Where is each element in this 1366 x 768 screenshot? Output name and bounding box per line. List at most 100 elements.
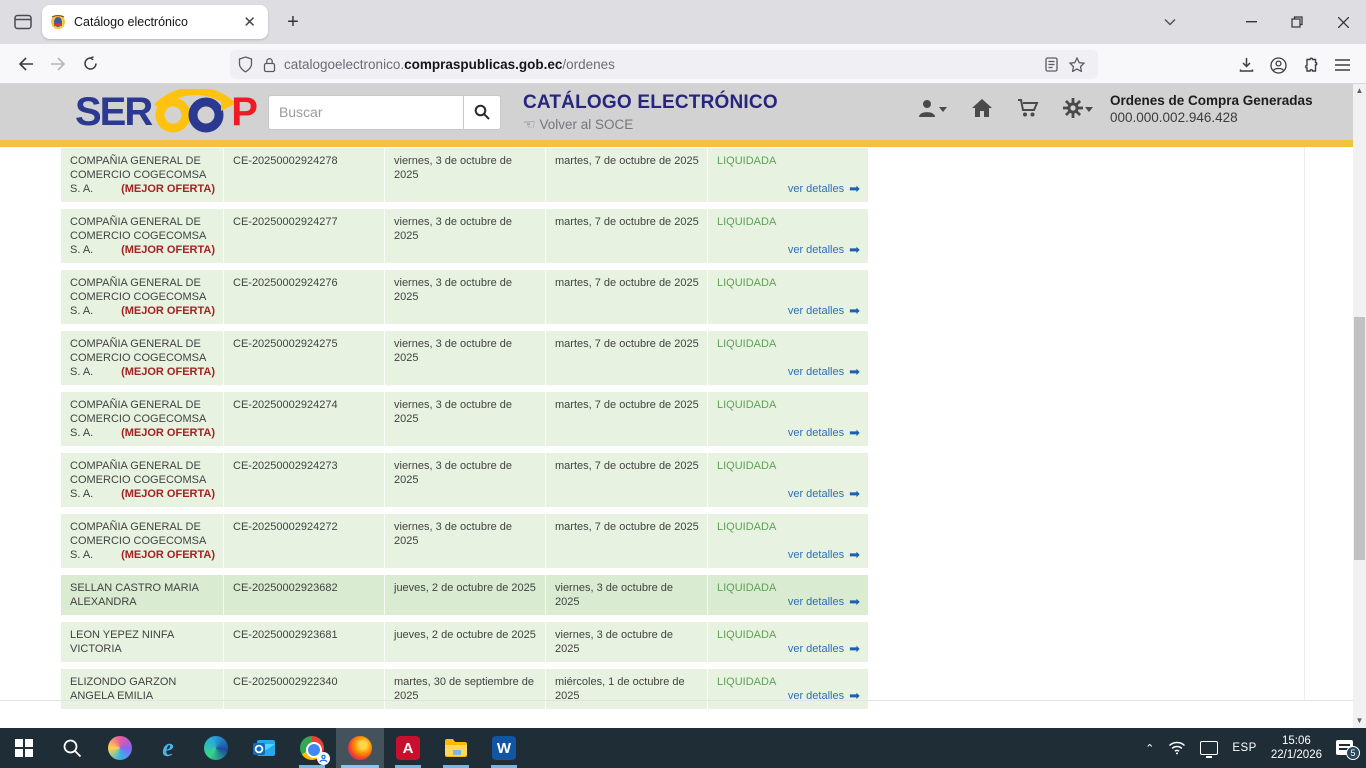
browser-tab[interactable]: Catálogo electrónico ✕ [42,5,268,39]
connect-display-icon[interactable] [1200,741,1218,755]
search-button[interactable] [463,95,501,130]
copilot-button[interactable] [96,728,144,768]
arrow-right-icon: ➡ [849,550,860,560]
best-offer-tag: (MEJOR OFERTA) [121,365,215,379]
arrow-right-icon: ➡ [849,367,860,377]
minimize-button[interactable] [1228,0,1274,44]
chrome-button[interactable] [288,728,336,768]
cell-date-updated: martes, 7 de octubre de 2025 [545,392,707,446]
window-controls [1228,0,1366,44]
cell-date-generated: viernes, 3 de octubre de 2025 [384,270,545,324]
clock[interactable]: 15:06 22/1/2026 [1271,734,1322,762]
close-window-button[interactable] [1320,0,1366,44]
table-row: ELIZONDO GARZON ANGELA EMILIA CE-2025000… [61,669,868,709]
view-details-link[interactable]: ver detalles➡ [788,182,860,196]
cell-date-generated: viernes, 3 de octubre de 2025 [384,514,545,568]
chevron-down-icon [1085,107,1093,112]
site-header: SER P CATÁLOGO ELECTRÓNICO ☜ [0,84,1353,140]
reader-view-icon[interactable] [1038,53,1064,77]
tab-close-icon[interactable]: ✕ [239,13,260,32]
edge-button[interactable] [192,728,240,768]
scroll-down-arrow[interactable]: ▼ [1353,714,1366,728]
page-scrollbar[interactable]: ▲ ▼ [1353,84,1366,728]
notifications-button[interactable]: 5 [1336,739,1356,757]
account-icon[interactable] [1262,50,1294,80]
view-details-link[interactable]: ver detalles➡ [788,487,860,501]
cell-provider: COMPAÑIA GENERAL DE COMERCIO COGECOMSA S… [61,148,223,202]
firefox-button[interactable] [336,728,384,768]
scroll-up-arrow[interactable]: ▲ [1353,84,1366,98]
navbar-right-icons [1230,50,1358,80]
new-tab-button[interactable]: + [280,10,306,36]
sercop-logo[interactable]: SER P [75,89,256,135]
table-row: COMPAÑIA GENERAL DE COMERCIO COGECOMSA S… [61,453,868,507]
cell-provider: COMPAÑIA GENERAL DE COMERCIO COGECOMSA S… [61,392,223,446]
sercop-logo-swoosh [149,89,237,135]
taskbar-search-button[interactable] [48,728,96,768]
cell-date-updated: martes, 7 de octubre de 2025 [545,270,707,324]
cell-order-number: CE-20250002924278 [223,148,384,202]
cell-date-updated: miércoles, 1 de octubre de 2025 [545,669,707,709]
cell-status: LIQUIDADA ver detalles➡ [707,622,868,662]
tab-title: Catálogo electrónico [74,15,239,29]
cart-button[interactable] [1017,98,1039,118]
internet-explorer-button[interactable]: e [144,728,192,768]
arrow-right-icon: ➡ [849,306,860,316]
outlook-icon [252,736,276,760]
table-row: LEON YEPEZ NINFA VICTORIA CE-20250002923… [61,622,868,662]
table-row: COMPAÑIA GENERAL DE COMERCIO COGECOMSA S… [61,392,868,446]
view-details-link[interactable]: ver detalles➡ [788,365,860,379]
start-button[interactable] [0,728,48,768]
forward-button[interactable] [42,49,74,79]
cell-status: LIQUIDADA ver detalles➡ [707,575,868,615]
search-icon [474,104,490,120]
best-offer-tag: (MEJOR OFERTA) [121,487,215,501]
language-indicator[interactable]: ESP [1232,742,1257,754]
url-bar[interactable]: catalogoelectronico.compraspublicas.gob.… [230,50,1098,79]
scrollbar-thumb[interactable] [1354,317,1365,560]
firefox-icon [348,736,372,760]
copilot-icon [108,736,132,760]
table-row: COMPAÑIA GENERAL DE COMERCIO COGECOMSA S… [61,209,868,263]
acrobat-button[interactable]: A [384,728,432,768]
table-row: SELLAN CASTRO MARIA ALEXANDRA CE-2025000… [61,575,868,615]
back-button[interactable] [10,49,42,79]
view-details-link[interactable]: ver detalles➡ [788,426,860,440]
search-area [268,95,501,130]
view-details-link[interactable]: ver detalles➡ [788,595,860,609]
downloads-icon[interactable] [1230,50,1262,80]
view-details-link[interactable]: ver detalles➡ [788,304,860,318]
tray-expand-icon[interactable]: ⌃ [1145,742,1154,755]
menu-hamburger-icon[interactable] [1326,50,1358,80]
word-button[interactable]: W [480,728,528,768]
cell-status: LIQUIDADA ver detalles➡ [707,331,868,385]
user-menu-button[interactable] [917,98,947,118]
cell-date-updated: viernes, 3 de octubre de 2025 [545,575,707,615]
view-details-link[interactable]: ver detalles➡ [788,243,860,257]
url-text[interactable]: catalogoelectronico.compraspublicas.gob.… [284,57,1038,72]
file-explorer-icon [444,738,468,758]
outlook-button[interactable] [240,728,288,768]
view-details-link[interactable]: ver detalles➡ [788,548,860,562]
wifi-icon[interactable] [1168,741,1186,755]
back-to-soce-link[interactable]: ☜ Volver al SOCE [523,116,778,133]
view-details-link[interactable]: ver detalles➡ [788,642,860,656]
cell-provider: LEON YEPEZ NINFA VICTORIA [61,622,223,662]
list-all-tabs-icon[interactable] [1156,8,1184,36]
restore-button[interactable] [1274,0,1320,44]
firefox-view-icon[interactable] [8,8,38,36]
settings-menu-button[interactable] [1063,98,1093,118]
best-offer-tag: (MEJOR OFERTA) [121,243,215,257]
file-explorer-button[interactable] [432,728,480,768]
cell-provider: SELLAN CASTRO MARIA ALEXANDRA [61,575,223,615]
lock-icon[interactable] [263,57,276,73]
reload-button[interactable] [74,49,106,79]
status-badge: LIQUIDADA [717,215,860,229]
home-button[interactable] [971,98,993,118]
shield-icon[interactable] [238,56,253,73]
bookmark-star-icon[interactable] [1064,53,1090,77]
browser-titlebar: Catálogo electrónico ✕ + [0,0,1366,44]
cell-order-number: CE-20250002922340 [223,669,384,709]
search-input[interactable] [268,95,463,130]
extensions-icon[interactable] [1294,50,1326,80]
